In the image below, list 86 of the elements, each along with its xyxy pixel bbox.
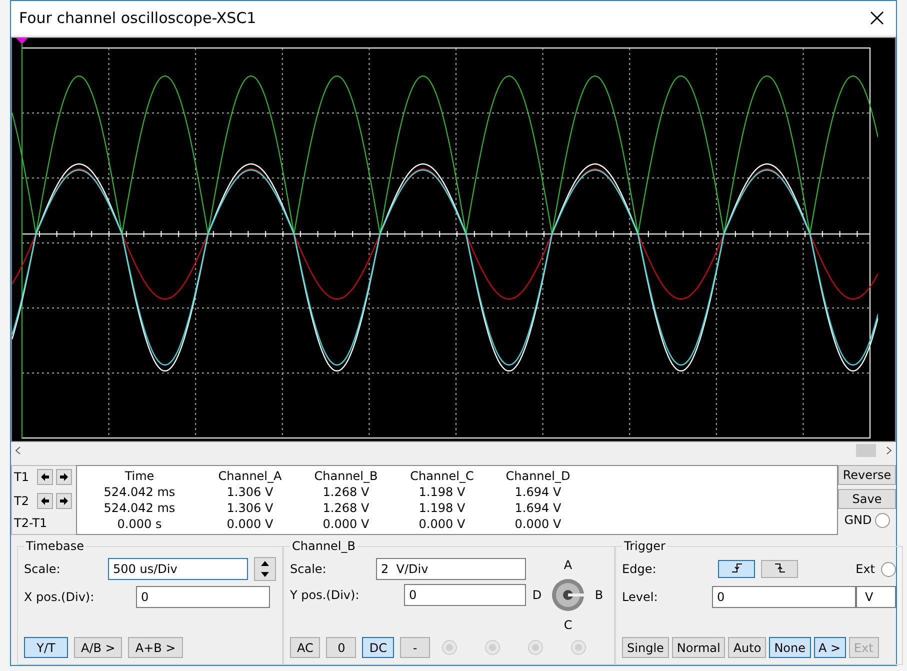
panel-title: Trigger bbox=[623, 539, 666, 553]
arrow-left-icon bbox=[40, 496, 50, 506]
table-cell-text: 1.268 V bbox=[322, 500, 370, 516]
ext-radio[interactable] bbox=[881, 562, 896, 576]
table-cell-text: 1.306 V bbox=[226, 500, 274, 516]
table-cell-text: 1.268 V bbox=[322, 484, 370, 500]
gnd-radio[interactable] bbox=[874, 512, 890, 528]
falling-edge-icon bbox=[774, 561, 786, 575]
column-header: Channel_B bbox=[313, 468, 379, 484]
mode-button[interactable]: Y/T bbox=[24, 637, 68, 658]
coupling-button[interactable]: DC bbox=[362, 637, 394, 658]
trigger-mode-button[interactable]: Single bbox=[622, 637, 669, 658]
input-field[interactable]: 0 bbox=[404, 584, 526, 606]
field-label: Y pos.(Div): bbox=[290, 588, 360, 602]
field-label: Scale: bbox=[24, 562, 62, 576]
column-header: Channel_D bbox=[504, 468, 572, 484]
channel-selector-knob[interactable] bbox=[551, 578, 586, 612]
column-header: Channel_A bbox=[217, 468, 283, 484]
edge-button[interactable] bbox=[761, 560, 798, 578]
column-header: Time bbox=[124, 468, 156, 484]
gnd-label: GND bbox=[844, 513, 872, 527]
column-header: Channel_C bbox=[409, 468, 475, 484]
cursor-label: T2 bbox=[14, 494, 30, 508]
spin-up-button[interactable] bbox=[255, 558, 275, 569]
table-cell-text: 1.198 V bbox=[418, 500, 466, 516]
table-cell-text: 0.000 V bbox=[322, 516, 370, 532]
spin-down-button[interactable] bbox=[255, 569, 275, 580]
side-button[interactable]: Reverse bbox=[838, 464, 896, 484]
knob-label: B bbox=[594, 588, 604, 602]
move-right-button[interactable] bbox=[56, 469, 72, 486]
edge-button[interactable] bbox=[718, 560, 756, 578]
table-cell-text: 0.000 V bbox=[418, 516, 466, 532]
close-icon bbox=[870, 11, 884, 26]
rising-edge-icon bbox=[730, 561, 743, 575]
trigger-mode-button[interactable]: Auto bbox=[728, 637, 766, 658]
table-cell-text: 0.000 V bbox=[226, 516, 274, 532]
table-cell-text: 524.042 ms bbox=[102, 500, 176, 516]
move-right-button[interactable] bbox=[56, 492, 72, 509]
cursor-label: T1 bbox=[14, 470, 30, 484]
table-cell-text: 1.198 V bbox=[418, 484, 466, 500]
coupling-button[interactable]: AC bbox=[290, 637, 320, 658]
arrow-left-icon bbox=[40, 472, 50, 482]
panel-title: Channel_B bbox=[291, 539, 356, 553]
side-button[interactable]: Save bbox=[838, 488, 896, 508]
field-label: Scale: bbox=[290, 562, 328, 576]
chevron-right-icon[interactable] bbox=[886, 446, 892, 455]
table-cell-text: 0.000 s bbox=[116, 516, 163, 532]
channel-radio[interactable] bbox=[528, 640, 544, 655]
table-cell-text: 524.042 ms bbox=[102, 484, 176, 500]
coupling-button[interactable]: - bbox=[400, 637, 430, 658]
coupling-button[interactable]: 0 bbox=[326, 637, 356, 658]
knob-label: C bbox=[564, 618, 572, 632]
table-cell-text: 1.694 V bbox=[514, 500, 562, 516]
mode-button[interactable]: A+B > bbox=[128, 637, 183, 658]
window-title: Four channel oscilloscope-XSC1 bbox=[19, 9, 256, 28]
trigger-mode-button[interactable]: Normal bbox=[672, 637, 726, 658]
ext-label: Ext bbox=[856, 562, 876, 576]
unit-label: V bbox=[856, 586, 896, 608]
field-label: Level: bbox=[622, 590, 659, 604]
input-field[interactable]: 0 bbox=[712, 586, 856, 608]
table-cell-text: 0.000 V bbox=[514, 516, 562, 532]
panel-title: Timebase bbox=[25, 539, 85, 553]
channel-radio[interactable] bbox=[442, 640, 458, 655]
arrow-right-icon bbox=[59, 472, 69, 482]
move-left-button[interactable] bbox=[37, 492, 53, 509]
triangle-up-icon bbox=[261, 561, 269, 566]
table-cell-text: 1.306 V bbox=[226, 484, 274, 500]
field-label: Edge: bbox=[622, 562, 658, 576]
channel-radio[interactable] bbox=[485, 640, 500, 655]
channel-radio[interactable] bbox=[571, 640, 586, 655]
knob-label: D bbox=[532, 588, 542, 602]
input-field[interactable]: 2 V/Div bbox=[376, 558, 526, 580]
scrollbar-thumb[interactable] bbox=[856, 444, 876, 457]
move-left-button[interactable] bbox=[37, 469, 53, 486]
trigger-mode-button[interactable]: None bbox=[769, 637, 811, 658]
input-field[interactable]: 500 us/Div bbox=[108, 558, 248, 580]
arrow-right-icon bbox=[59, 496, 69, 506]
table-cell-text: 1.694 V bbox=[514, 484, 562, 500]
field-label: X pos.(Div): bbox=[24, 590, 96, 604]
chevron-left-icon[interactable] bbox=[15, 446, 21, 455]
input-field[interactable]: 0 bbox=[136, 586, 270, 608]
mode-button[interactable]: A/B > bbox=[74, 637, 122, 658]
knob-label: A bbox=[564, 558, 572, 572]
triangle-down-icon bbox=[261, 572, 269, 577]
cursor-label: T2-T1 bbox=[14, 516, 48, 530]
trigger-mode-button[interactable]: A > bbox=[814, 637, 846, 658]
